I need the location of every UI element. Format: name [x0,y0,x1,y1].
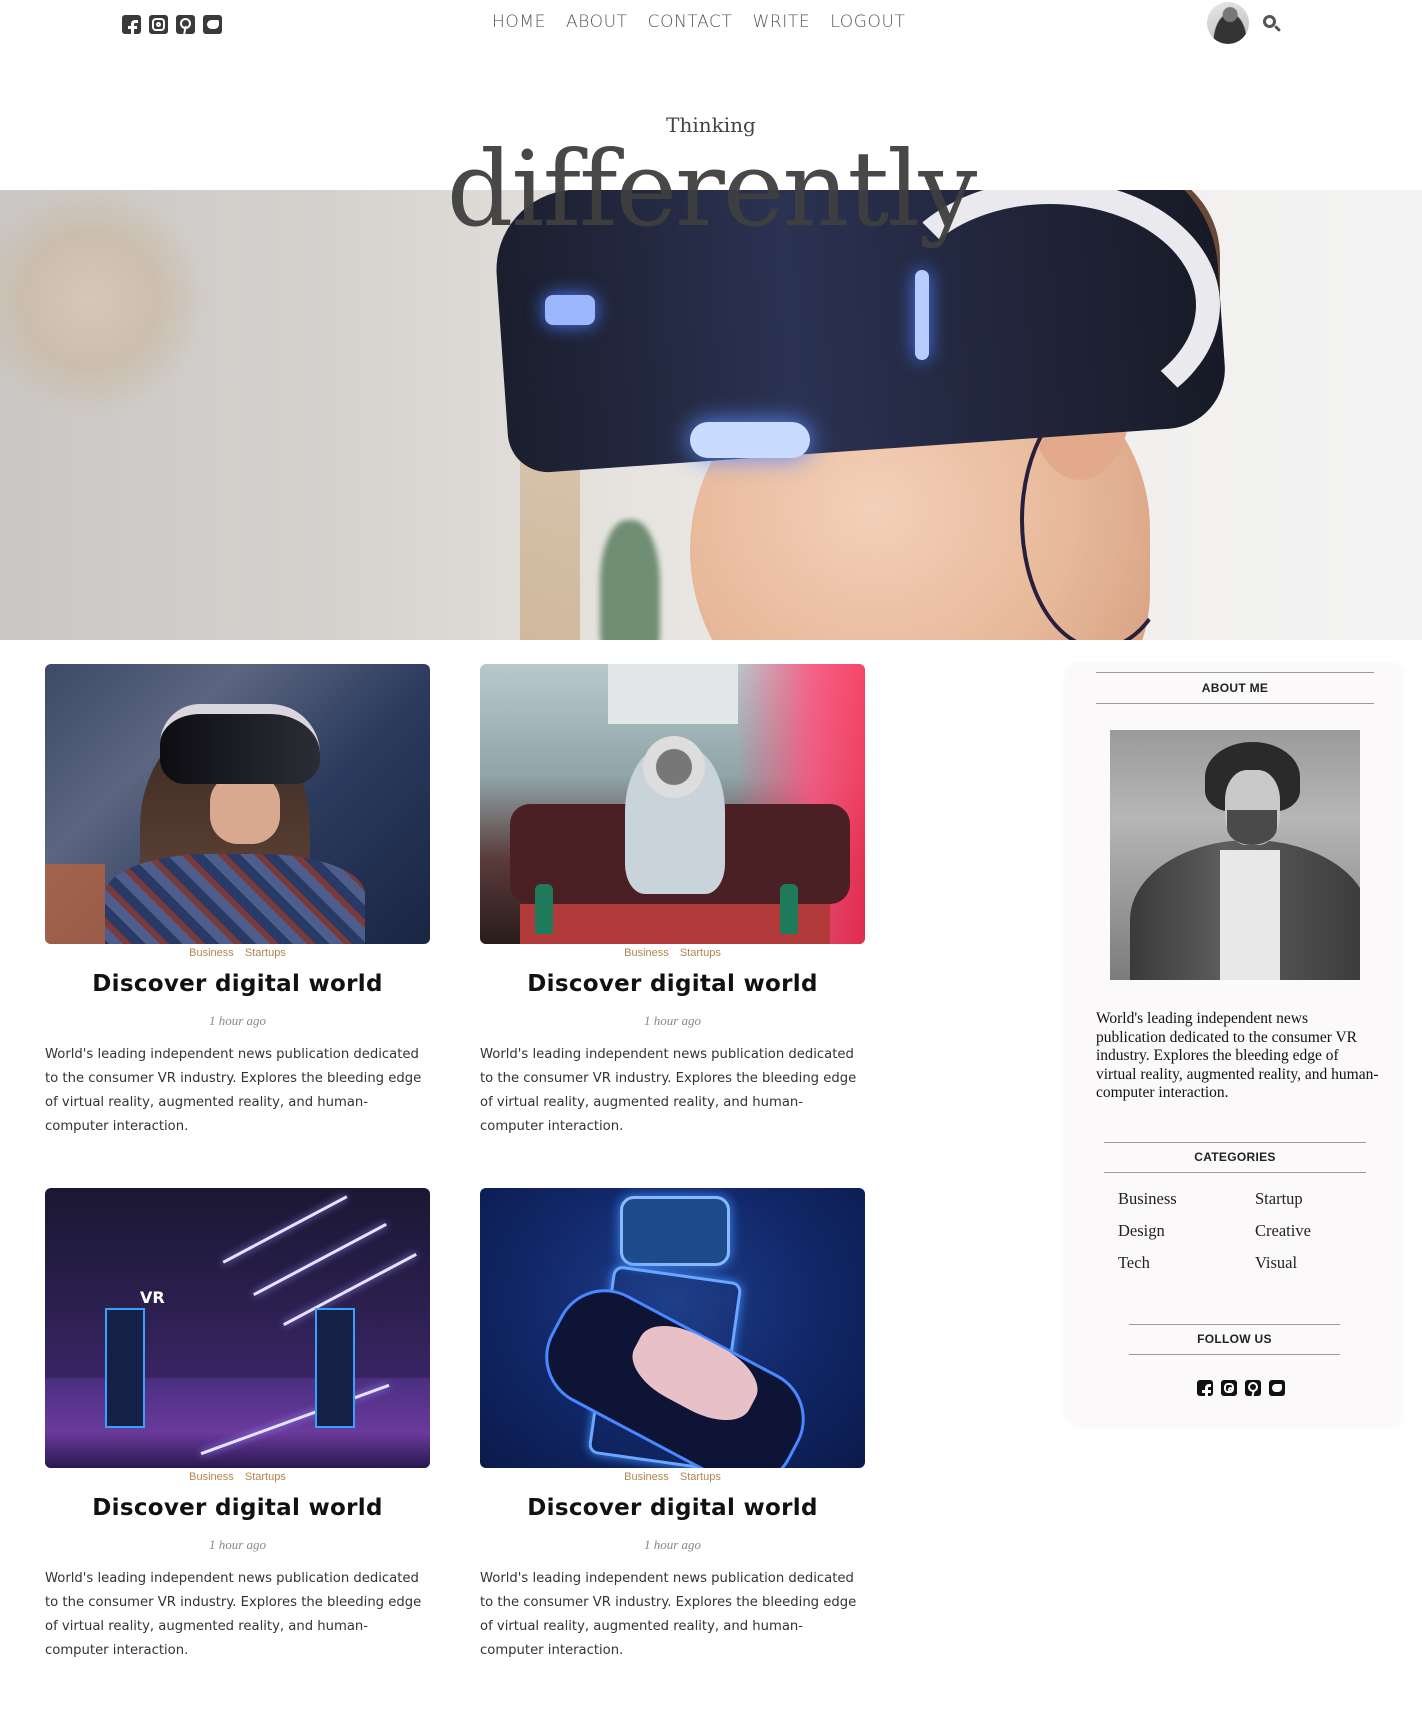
hero-title: differently [446,128,977,250]
post-title[interactable]: Discover digital world [480,1495,865,1521]
vr-quest-sign-icon: VR [140,1288,165,1307]
nav-contact[interactable]: CONTACT [648,12,733,32]
category-item-design[interactable]: Design [1118,1221,1255,1241]
about-me-text: World's leading independent news publica… [1096,1010,1379,1101]
post-date: 1 hour ago [643,1013,702,1028]
sidebar-social-links [1197,1380,1285,1396]
category-item-visual[interactable]: Visual [1255,1253,1358,1273]
category-link[interactable]: Startups [245,947,286,959]
category-item-tech[interactable]: Tech [1118,1253,1255,1273]
facebook-icon[interactable] [122,15,141,34]
pinterest-icon[interactable] [1245,1380,1261,1396]
post-image[interactable] [480,1188,865,1468]
sidebar: ABOUT ME World's leading independent new… [1066,662,1402,1424]
post-description: World's leading independent news publica… [45,1047,422,1134]
post-description: World's leading independent news publica… [45,1571,422,1658]
category-link[interactable]: Business [189,947,234,959]
category-item-business[interactable]: Business [1118,1189,1255,1209]
post-card: VR Business Startups Discover digital wo… [45,1188,430,1663]
instagram-icon[interactable] [1221,1380,1237,1396]
twitter-icon[interactable] [1269,1380,1285,1396]
category-item-creative[interactable]: Creative [1255,1221,1358,1241]
nav-write[interactable]: WRITE [752,12,810,32]
instagram-icon[interactable] [149,15,168,34]
about-me-photo [1110,730,1360,980]
hero-image [0,190,1422,640]
category-list: Business Startup Design Creative Tech Vi… [1118,1189,1358,1273]
nav-about[interactable]: ABOUT [566,12,628,32]
follow-us-heading: FOLLOW US [1129,1324,1340,1355]
category-link[interactable]: Business [624,1471,669,1483]
post-title[interactable]: Discover digital world [45,971,430,997]
categories-heading: CATEGORIES [1104,1142,1366,1173]
main-nav: HOME ABOUT CONTACT WRITE LOGOUT [492,12,905,32]
user-avatar[interactable] [1207,2,1249,44]
post-card: Business Startups Discover digital world… [480,1188,865,1663]
nav-logout[interactable]: LOGOUT [830,12,905,32]
category-link[interactable]: Startups [680,947,721,959]
search-icon[interactable] [1263,15,1282,33]
header-social-links [122,15,222,34]
post-date: 1 hour ago [208,1013,267,1028]
post-date: 1 hour ago [208,1537,267,1552]
about-me-heading: ABOUT ME [1096,672,1374,704]
category-link[interactable]: Business [624,947,669,959]
post-image[interactable] [480,664,865,944]
post-categories: Business Startups [480,947,865,959]
twitter-icon[interactable] [203,15,222,34]
post-image[interactable]: VR [45,1188,430,1468]
post-categories: Business Startups [480,1471,865,1483]
post-description: World's leading independent news publica… [480,1571,857,1658]
category-link[interactable]: Startups [680,1471,721,1483]
post-description: World's leading independent news publica… [480,1047,857,1134]
post-card: Business Startups Discover digital world… [480,664,865,1139]
facebook-icon[interactable] [1197,1380,1213,1396]
post-card: Business Startups Discover digital world… [45,664,430,1139]
post-categories: Business Startups [45,947,430,959]
post-date: 1 hour ago [643,1537,702,1552]
nav-home[interactable]: HOME [492,12,546,32]
category-item-startup[interactable]: Startup [1255,1189,1358,1209]
pinterest-icon[interactable] [176,15,195,34]
category-link[interactable]: Startups [245,1471,286,1483]
post-title[interactable]: Discover digital world [480,971,865,997]
category-link[interactable]: Business [189,1471,234,1483]
post-image[interactable] [45,664,430,944]
top-bar: HOME ABOUT CONTACT WRITE LOGOUT [0,0,1422,50]
post-title[interactable]: Discover digital world [45,1495,430,1521]
post-categories: Business Startups [45,1471,430,1483]
